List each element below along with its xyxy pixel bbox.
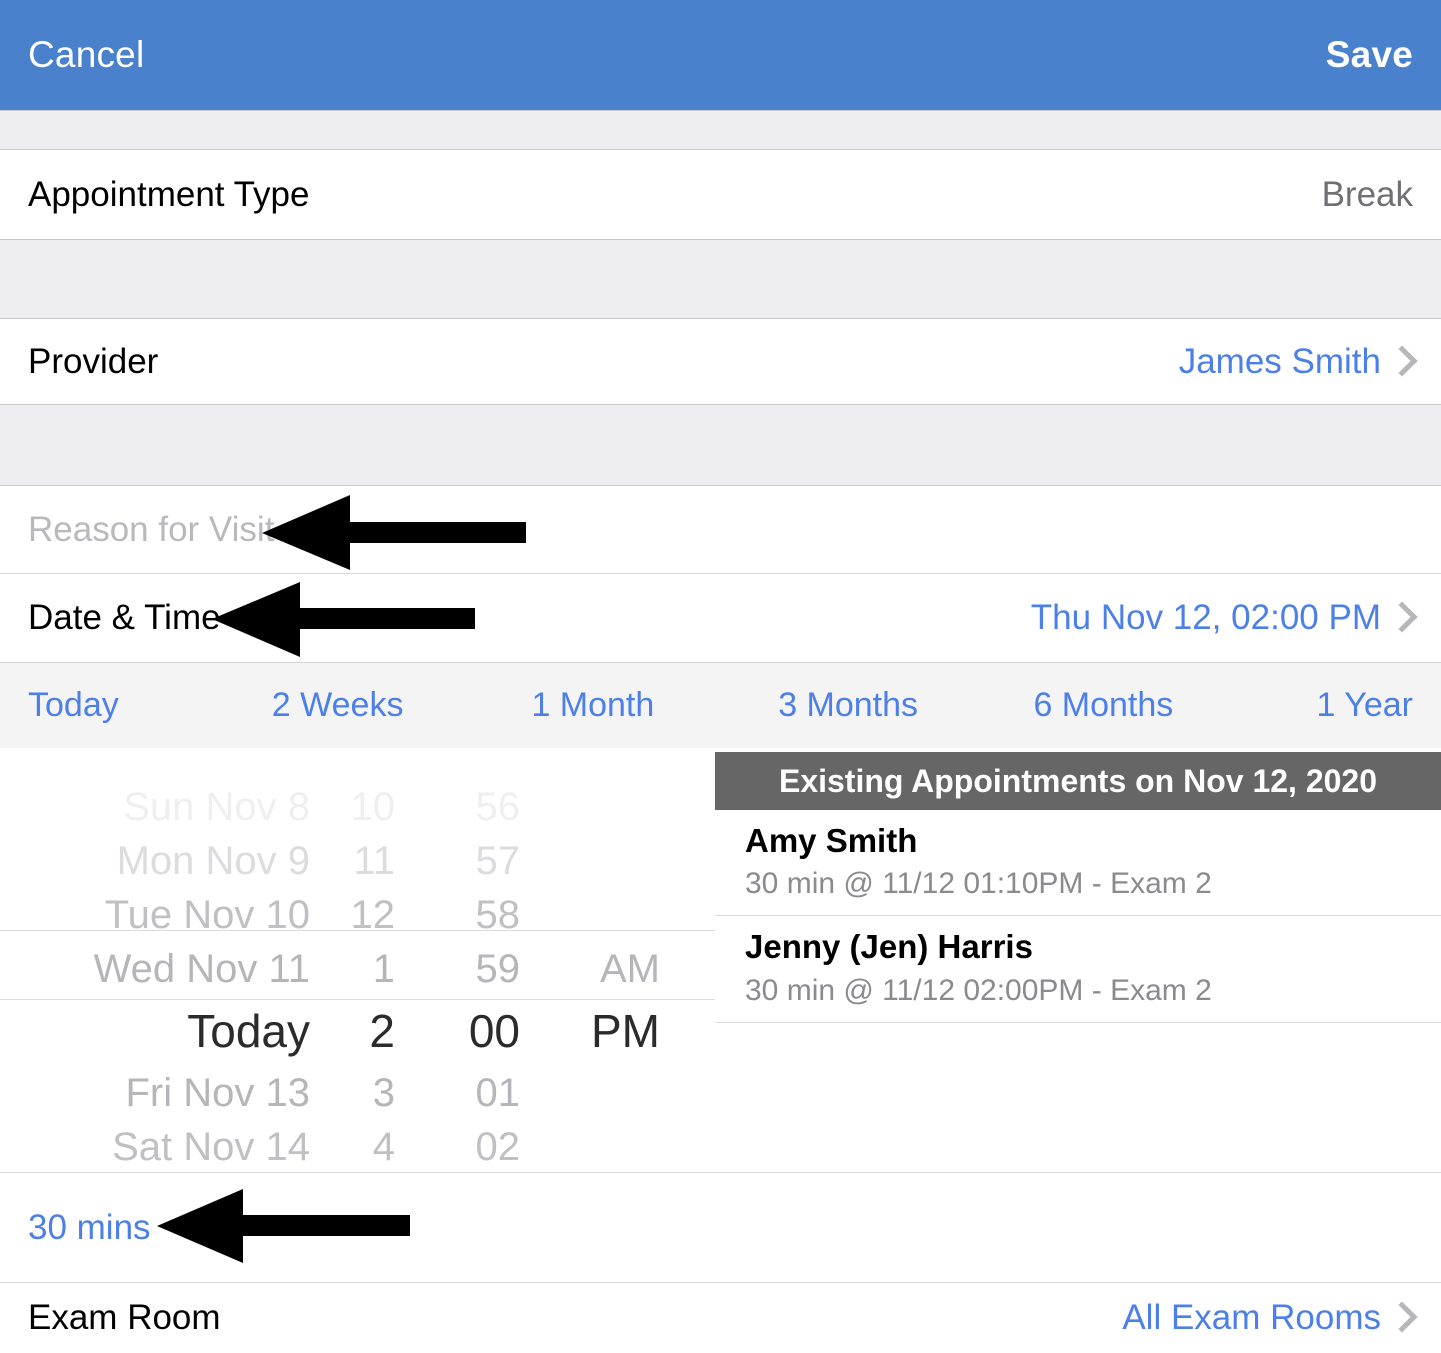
date-time-label: Date & Time [28, 598, 221, 637]
reason-for-visit-row[interactable]: Reason for Visit [0, 487, 1441, 574]
top-navigation-bar: Cancel Save [0, 0, 1441, 110]
picker-hour: 3 [372, 1070, 395, 1115]
picker-row[interactable]: Wed Nov 11 1 59 AM [0, 942, 715, 996]
picker-minute: 02 [475, 1124, 521, 1169]
picker-minute: 58 [475, 892, 521, 937]
appointment-detail: 30 min @ 11/12 01:10PM - Exam 2 [745, 867, 1212, 901]
picker-period: AM [600, 946, 660, 991]
list-item[interactable]: Amy Smith 30 min @ 11/12 01:10PM - Exam … [715, 810, 1441, 917]
existing-appointments-panel: Existing Appointments on Nov 12, 2020 Am… [715, 752, 1441, 1172]
picker-hour: 10 [350, 784, 396, 829]
quick-range-today[interactable]: Today [0, 686, 210, 725]
picker-hour: 11 [353, 838, 395, 883]
date-time-value-wrap: Thu Nov 12, 02:00 PM [1030, 598, 1418, 638]
provider-value: James Smith [1178, 342, 1381, 381]
quick-range-1-year[interactable]: 1 Year [1231, 686, 1441, 725]
picker-minute: 59 [475, 946, 521, 991]
appointment-patient-name: Jenny (Jen) Harris [745, 928, 1033, 966]
appointment-editor-screen: Cancel Save Appointment Type Break Provi… [0, 0, 1441, 1353]
provider-row[interactable]: Provider James Smith [0, 320, 1441, 404]
picker-row[interactable]: Sun Nov 8 10 56 [0, 780, 715, 834]
picker-date: Sun Nov 8 [123, 784, 310, 829]
date-time-row[interactable]: Date & Time Thu Nov 12, 02:00 PM [0, 574, 1441, 662]
cancel-button[interactable]: Cancel [28, 34, 144, 76]
picker-rows[interactable]: Sun Nov 8 10 56 Mon Nov 9 11 57 Tue Nov … [0, 780, 715, 1172]
picker-minute-selected: 00 [468, 1005, 520, 1057]
picker-date-selected: Today [187, 1005, 310, 1057]
picker-date: Fri Nov 13 [125, 1070, 311, 1115]
list-item[interactable]: Jenny (Jen) Harris 30 min @ 11/12 02:00P… [715, 916, 1441, 1023]
appointment-detail: 30 min @ 11/12 02:00PM - Exam 2 [745, 973, 1212, 1007]
picker-minute: 56 [475, 784, 521, 829]
picker-row-selected[interactable]: Today 2 00 PM [0, 996, 715, 1066]
chevron-right-icon [1386, 345, 1418, 377]
existing-appointments-header: Existing Appointments on Nov 12, 2020 [715, 752, 1441, 810]
picker-hour: 1 [372, 946, 395, 991]
section-gap-1 [0, 110, 1441, 150]
picker-date: Tue Nov 10 [104, 892, 310, 937]
exam-room-value-wrap: All Exam Rooms [1122, 1298, 1418, 1338]
picker-period-selected: PM [591, 1005, 660, 1057]
picker-hour: 4 [372, 1124, 395, 1169]
exam-room-label: Exam Room [28, 1298, 221, 1337]
picker-minute: 57 [475, 838, 521, 883]
picker-date: Wed Nov 11 [93, 946, 310, 991]
chevron-right-icon [1386, 601, 1418, 633]
section-gap-2 [0, 239, 1441, 319]
chevron-right-icon [1386, 1301, 1418, 1333]
date-time-value: Thu Nov 12, 02:00 PM [1030, 598, 1381, 637]
provider-value-wrap: James Smith [1178, 342, 1418, 382]
appointment-type-row[interactable]: Appointment Type Break [0, 151, 1441, 239]
quick-range-3-months[interactable]: 3 Months [721, 686, 976, 725]
provider-label: Provider [28, 342, 159, 381]
picker-row[interactable]: Tue Nov 10 12 58 [0, 888, 715, 942]
reason-for-visit-input[interactable]: Reason for Visit [28, 510, 274, 550]
appointment-type-value: Break [1321, 175, 1413, 214]
quick-range-2-weeks[interactable]: 2 Weeks [210, 686, 465, 725]
section-gap-3 [0, 404, 1441, 486]
picker-row[interactable]: Sat Nov 14 4 02 [0, 1120, 715, 1172]
picker-date: Mon Nov 9 [116, 838, 310, 883]
picker-minute: 01 [475, 1070, 521, 1115]
picker-date: Sat Nov 14 [112, 1124, 310, 1169]
date-time-picker[interactable]: Sun Nov 8 10 56 Mon Nov 9 11 57 Tue Nov … [0, 748, 715, 1172]
duration-value[interactable]: 30 mins [28, 1208, 151, 1248]
appointment-type-label: Appointment Type [28, 175, 310, 214]
picker-row[interactable]: Fri Nov 13 3 01 [0, 1066, 715, 1120]
duration-row[interactable]: 30 mins [0, 1173, 1441, 1283]
quick-range-6-months[interactable]: 6 Months [976, 686, 1231, 725]
exam-room-row[interactable]: Exam Room All Exam Rooms [0, 1283, 1441, 1353]
quick-range-1-month[interactable]: 1 Month [465, 686, 720, 725]
quick-range-bar: Today 2 Weeks 1 Month 3 Months 6 Months … [0, 662, 1441, 748]
exam-room-value: All Exam Rooms [1122, 1298, 1381, 1337]
picker-hour: 12 [350, 892, 396, 937]
picker-hour-selected: 2 [369, 1005, 395, 1057]
picker-row[interactable]: Mon Nov 9 11 57 [0, 834, 715, 888]
appointment-patient-name: Amy Smith [745, 822, 918, 859]
save-button[interactable]: Save [1326, 34, 1413, 76]
